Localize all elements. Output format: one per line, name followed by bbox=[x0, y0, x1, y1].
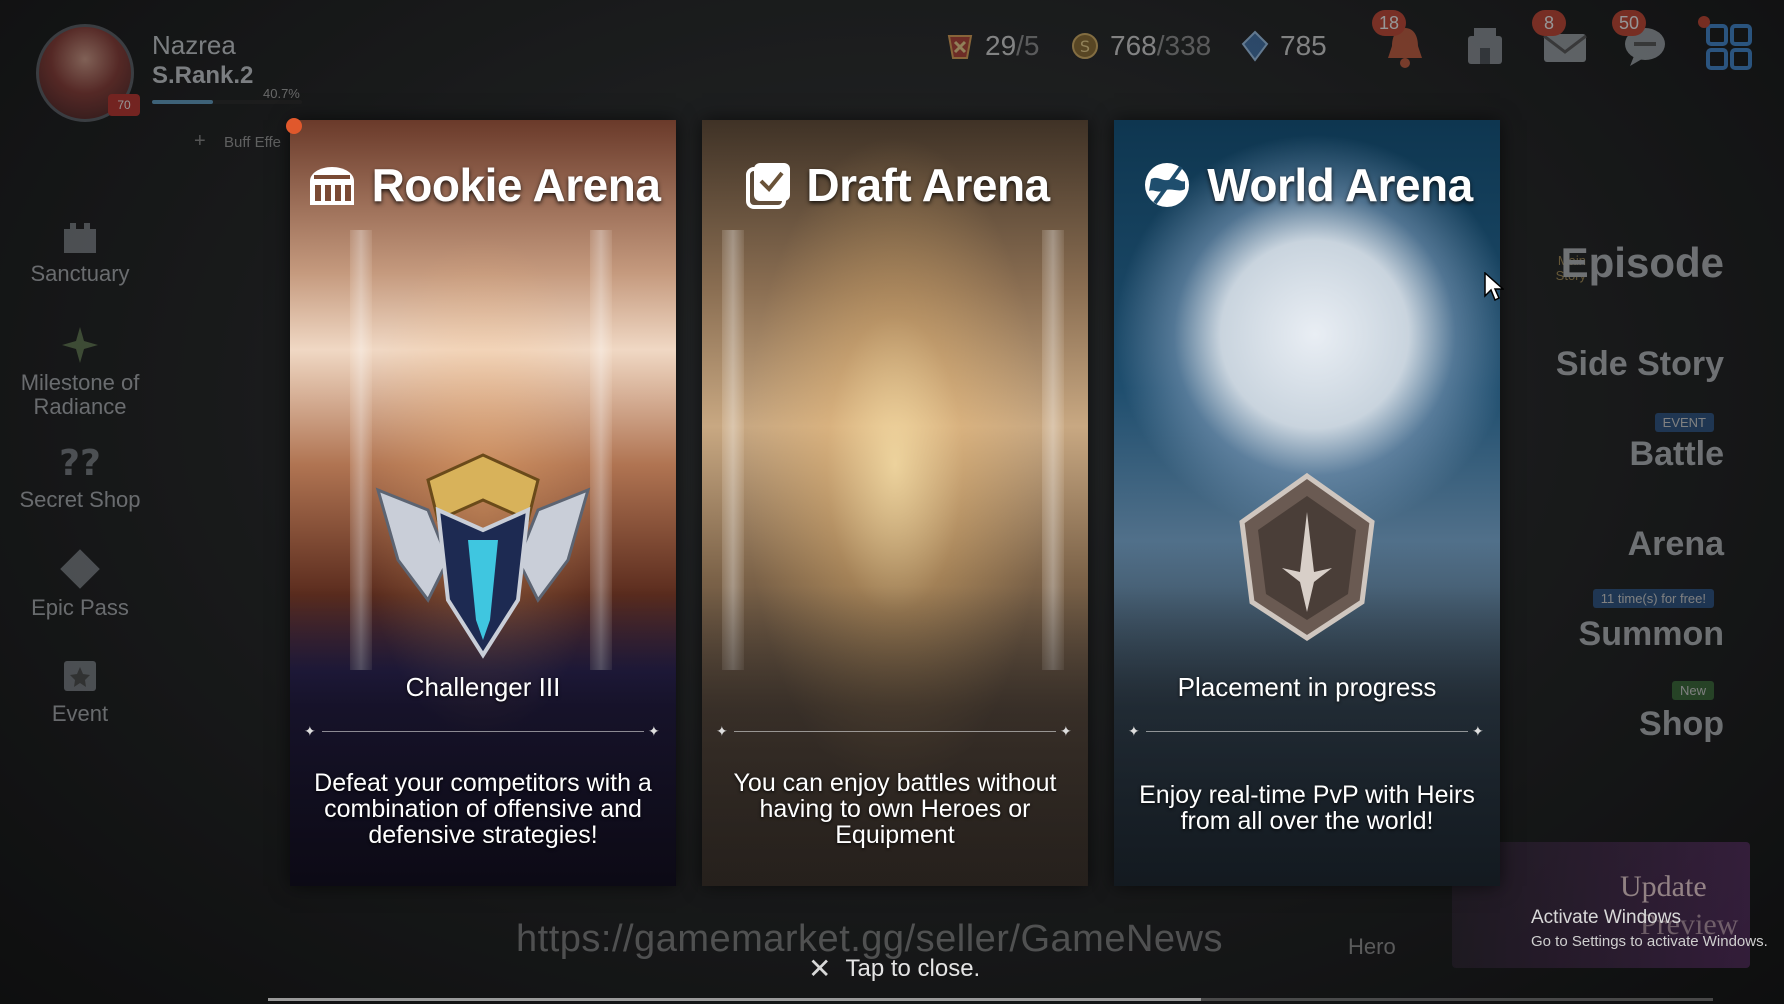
mail-badge: 8 bbox=[1532, 10, 1566, 36]
rookie-arena-description: Defeat your competitors with a combinati… bbox=[314, 769, 652, 849]
divider-star-icon: ✦ bbox=[1060, 723, 1072, 739]
gold-value: 768 bbox=[1110, 30, 1157, 61]
question-icon: ?? bbox=[59, 443, 101, 481]
stamina-currency[interactable]: 29 /5 bbox=[945, 26, 1040, 66]
activate-windows-subtitle: Go to Settings to activate Windows. bbox=[1531, 933, 1768, 950]
sidebar-item-sanctuary[interactable]: Sanctuary bbox=[0, 215, 160, 287]
svg-text:??: ?? bbox=[59, 443, 101, 481]
activate-windows-overlay: Activate Windows Go to Settings to activ… bbox=[1531, 907, 1768, 950]
close-icon: ✕ bbox=[808, 953, 832, 984]
player-name: Nazrea bbox=[152, 30, 236, 60]
grid-menu-icon bbox=[1706, 24, 1752, 70]
svg-text:S: S bbox=[1080, 37, 1090, 56]
divider-star-icon: ✦ bbox=[648, 723, 660, 739]
world-arena-description: Enjoy real-time PvP with Heirs from all … bbox=[1139, 781, 1475, 835]
mouse-cursor-icon bbox=[1484, 272, 1504, 302]
sidebar-label-milestone: Milestone of Radiance bbox=[20, 370, 140, 419]
divider-star-icon: ✦ bbox=[716, 723, 728, 739]
menu-alert-dot bbox=[1698, 16, 1710, 28]
gem-currency[interactable]: 785 bbox=[1240, 26, 1327, 66]
draft-arena-title: Draft Arena bbox=[806, 159, 1050, 211]
divider-star-icon: ✦ bbox=[304, 723, 316, 739]
colosseum-icon bbox=[309, 167, 354, 205]
stamina-max: /5 bbox=[1016, 30, 1040, 61]
progress-strip-remaining bbox=[1201, 998, 1713, 1001]
sidebar-label-event: Event bbox=[51, 701, 109, 726]
world-arena-title: World Arena bbox=[1207, 159, 1473, 211]
battle-event-tag: EVENT bbox=[1654, 413, 1714, 432]
chat-badge: 50 bbox=[1612, 10, 1646, 36]
menu-battle[interactable]: Battle bbox=[1630, 435, 1724, 474]
card-divider: ✦ ✦ bbox=[1128, 724, 1486, 738]
gold-max: /338 bbox=[1156, 30, 1212, 61]
draft-arena-description: You can enjoy battles without having to … bbox=[733, 769, 1057, 849]
pass-icon bbox=[60, 549, 100, 589]
gem-value: 785 bbox=[1280, 30, 1327, 61]
progress-strip bbox=[268, 998, 1201, 1001]
notifications-badge: 18 bbox=[1372, 10, 1406, 36]
draft-arena-header: Draft Arena bbox=[702, 158, 1088, 212]
draft-arena-card[interactable]: Draft Arena ✦ ✦ You can enjoy battles wi… bbox=[702, 120, 1088, 886]
buff-plus-icon[interactable]: + bbox=[194, 130, 206, 153]
main-menu-button[interactable] bbox=[1698, 16, 1754, 72]
card-divider: ✦ ✦ bbox=[716, 724, 1074, 738]
castle-icon bbox=[64, 223, 96, 253]
stamina-icon bbox=[947, 35, 973, 59]
rookie-arena-title: Rookie Arena bbox=[371, 159, 661, 211]
globe-sword-icon bbox=[1145, 163, 1190, 207]
sidebar-item-event[interactable]: Event bbox=[0, 655, 160, 727]
rookie-arena-card[interactable]: Rookie Arena Challenger III ✦ ✦ Defeat y… bbox=[290, 120, 676, 886]
activate-windows-title: Activate Windows bbox=[1531, 907, 1681, 928]
xp-percent: 40.7% bbox=[263, 86, 300, 101]
event-icon bbox=[64, 661, 96, 691]
sidebar-item-secret-shop[interactable]: ?? Secret Shop bbox=[0, 441, 160, 513]
world-arena-rank: Placement in progress bbox=[1177, 672, 1437, 702]
tap-to-close-button[interactable]: ✕ Tap to close. bbox=[808, 952, 980, 985]
player-rank: S.Rank.2 bbox=[152, 62, 254, 89]
menu-side-story[interactable]: Side Story bbox=[1556, 345, 1724, 384]
menu-summon[interactable]: Summon bbox=[1579, 615, 1724, 654]
sidebar-item-epic-pass[interactable]: Epic Pass bbox=[0, 549, 160, 621]
update-title: Update bbox=[1620, 870, 1707, 903]
divider-star-icon: ✦ bbox=[1472, 723, 1484, 739]
sidebar-label-secret-shop: Secret Shop bbox=[19, 487, 141, 512]
divider-line bbox=[1146, 731, 1468, 732]
notifications-button[interactable]: 18 bbox=[1372, 10, 1430, 72]
menu-hero[interactable]: Hero bbox=[1348, 934, 1396, 960]
sidebar-item-milestone[interactable]: Milestone of Radiance bbox=[0, 325, 160, 419]
gold-currency[interactable]: S 768 /338 bbox=[1070, 26, 1211, 66]
player-profile[interactable]: 70 Nazrea S.Rank.2 40.7% + Buff Effe bbox=[30, 22, 302, 152]
gold-icon: S bbox=[1072, 33, 1098, 59]
guild-icon bbox=[1468, 28, 1502, 64]
rookie-arena-rank: Challenger III bbox=[405, 672, 561, 702]
stamina-value: 29 bbox=[985, 30, 1017, 61]
card-divider: ✦ ✦ bbox=[304, 724, 662, 738]
world-arena-header: World Arena bbox=[1114, 158, 1500, 212]
menu-arena[interactable]: Arena bbox=[1628, 525, 1724, 564]
checkbox-icon bbox=[746, 163, 791, 209]
placement-rank-emblem bbox=[1239, 472, 1375, 641]
gem-icon bbox=[1241, 30, 1269, 62]
menu-episode[interactable]: Episode bbox=[1561, 239, 1724, 287]
divider-line bbox=[322, 731, 644, 732]
world-arena-card[interactable]: World Arena Placement in progress ✦ ✦ En… bbox=[1114, 120, 1500, 886]
summon-free-tag: 11 time(s) for free! bbox=[1592, 589, 1714, 608]
buff-effect-label[interactable]: Buff Effe bbox=[224, 134, 281, 151]
rookie-arena-alert-dot bbox=[286, 118, 302, 134]
xp-bar-fill bbox=[152, 100, 214, 104]
mail-button[interactable]: 8 bbox=[1532, 10, 1590, 72]
sidebar-label-epic-pass: Epic Pass bbox=[31, 595, 129, 620]
player-level-badge: 70 bbox=[108, 94, 140, 116]
chat-button[interactable]: 50 bbox=[1612, 10, 1670, 72]
menu-shop[interactable]: Shop bbox=[1639, 705, 1724, 744]
divider-line bbox=[734, 731, 1056, 732]
tap-to-close-label: Tap to close. bbox=[845, 954, 981, 982]
shop-new-tag: New bbox=[1671, 681, 1714, 700]
divider-star-icon: ✦ bbox=[1128, 723, 1140, 739]
milestone-icon bbox=[62, 327, 98, 363]
rookie-arena-header: Rookie Arena bbox=[290, 158, 676, 212]
sidebar-label-sanctuary: Sanctuary bbox=[30, 261, 130, 286]
challenger-rank-emblem bbox=[375, 453, 591, 659]
guild-button[interactable] bbox=[1460, 22, 1510, 72]
